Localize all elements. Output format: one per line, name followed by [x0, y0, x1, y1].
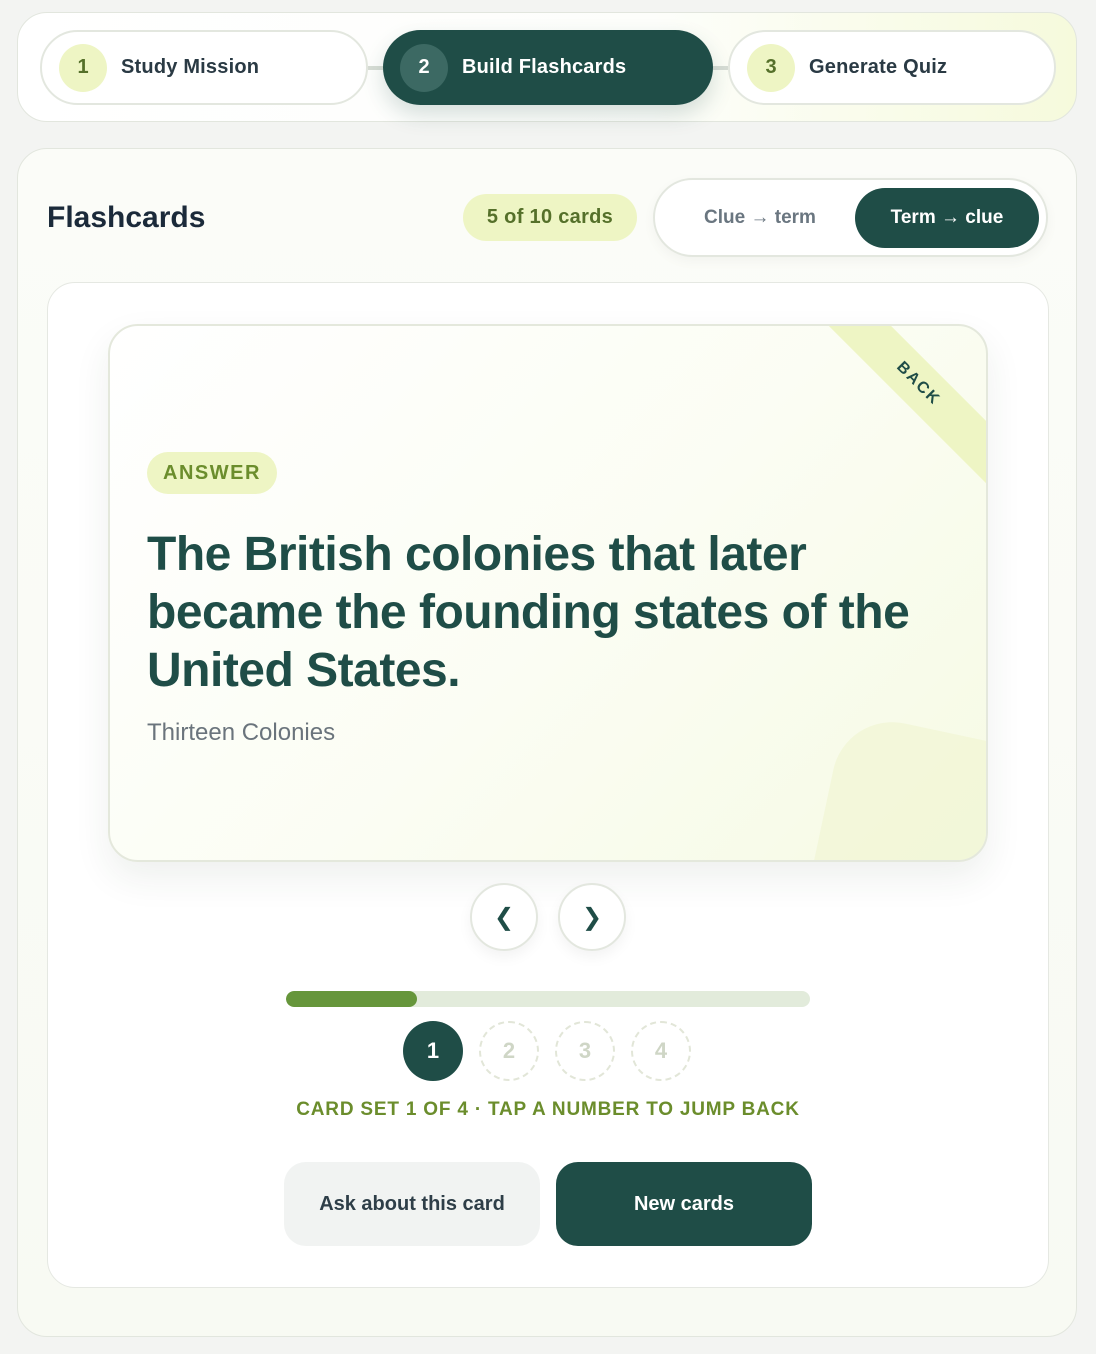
- mode-clue-to-term[interactable]: Clue → term: [665, 188, 855, 248]
- ask-about-card-button[interactable]: Ask about this card: [284, 1162, 540, 1246]
- step-label: Study Mission: [121, 56, 260, 78]
- mode-toggle: Clue → term Term → clue: [653, 178, 1048, 257]
- step-build-flashcards[interactable]: 2 Build Flashcards: [383, 30, 713, 105]
- flashcards-panel: Flashcards 5 of 10 cards Clue → term Ter…: [17, 148, 1077, 1337]
- step-number: 1: [59, 43, 107, 92]
- card-term: Thirteen Colonies: [147, 719, 336, 746]
- step-label: Generate Quiz: [809, 56, 948, 78]
- step-label: Build Flashcards: [462, 56, 627, 78]
- card-count-badge: 5 of 10 cards: [463, 194, 637, 241]
- step-progress-bar: 1 Study Mission 2 Build Flashcards 3 Gen…: [17, 12, 1077, 122]
- flashcard[interactable]: BACK ANSWER The British colonies that la…: [108, 324, 988, 862]
- page-title: Flashcards: [47, 201, 206, 234]
- card-set-4[interactable]: 4: [631, 1021, 691, 1081]
- card-answer-text: The British colonies that later became t…: [147, 528, 910, 697]
- mode-term-to-clue[interactable]: Term → clue: [855, 188, 1039, 248]
- card-side-ribbon: BACK: [803, 326, 986, 499]
- card-progress-fill: [286, 991, 417, 1007]
- card-set-1[interactable]: 1: [403, 1021, 463, 1081]
- step-number: 3: [747, 43, 795, 92]
- card-progress-bar: [286, 991, 810, 1007]
- chevron-right-icon: ❯: [581, 903, 603, 931]
- card-set-3[interactable]: 3: [555, 1021, 615, 1081]
- step-connector: [368, 66, 383, 70]
- new-cards-button[interactable]: New cards: [556, 1162, 812, 1246]
- previous-card-button[interactable]: ❮: [470, 883, 538, 951]
- decorative-blob: [810, 711, 986, 860]
- answer-tag: ANSWER: [147, 452, 277, 494]
- next-card-button[interactable]: ❯: [558, 883, 626, 951]
- flashcard-area: BACK ANSWER The British colonies that la…: [47, 282, 1049, 1288]
- card-set-2[interactable]: 2: [479, 1021, 539, 1081]
- step-generate-quiz[interactable]: 3 Generate Quiz: [728, 30, 1056, 105]
- card-set-caption: CARD SET 1 OF 4 · TAP A NUMBER TO JUMP B…: [296, 1099, 800, 1120]
- step-number: 2: [400, 43, 448, 92]
- step-connector: [713, 66, 728, 70]
- chevron-left-icon: ❮: [493, 903, 515, 931]
- card-set-selector: 1 2 3 4: [403, 1021, 691, 1081]
- step-study-mission[interactable]: 1 Study Mission: [40, 30, 368, 105]
- card-side-label: BACK: [893, 358, 944, 409]
